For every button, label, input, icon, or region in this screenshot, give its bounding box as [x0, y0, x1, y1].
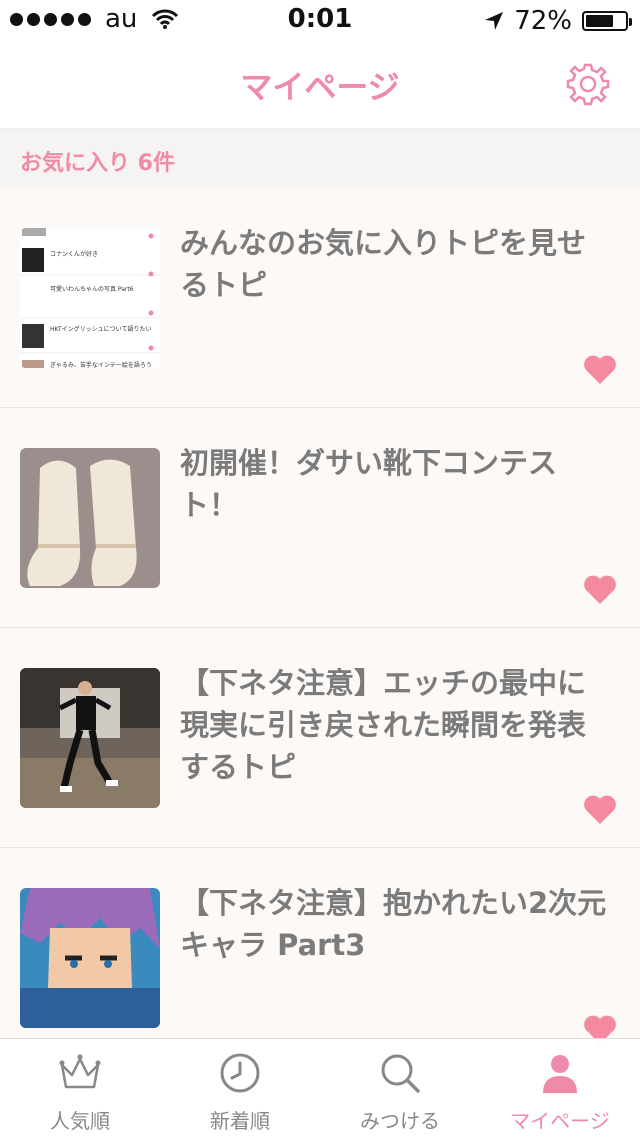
topic-thumbnail: コナンくんが好き 可愛いわんちゃんの写真 Part6 HKTイングリッシュについ… — [20, 228, 160, 368]
topic-thumbnail — [20, 668, 160, 808]
tab-search[interactable]: みつける — [320, 1039, 480, 1137]
thumb-line-2: 可愛いわんちゃんの写真 Part6 — [50, 286, 134, 293]
topic-thumbnail — [20, 448, 160, 588]
heart-icon[interactable] — [582, 353, 618, 385]
person-icon — [543, 1055, 577, 1093]
tab-new-label: 新着順 — [210, 1109, 270, 1133]
location-arrow-icon — [485, 12, 504, 30]
search-icon — [381, 1054, 420, 1093]
list-item[interactable]: 初開催！ダサい靴下コンテスト！ — [0, 408, 640, 628]
topic-title: 【下ネタ注意】抱かれたい2次元キャラ Part3 — [180, 886, 607, 962]
tab-popular[interactable]: 人気順 — [0, 1039, 160, 1137]
favorites-count-label: お気に入り 6件 — [20, 151, 175, 176]
thumb-line-3: HKTイングリッシュについて語りたい — [50, 326, 152, 333]
list-item[interactable]: コナンくんが好き 可愛いわんちゃんの写真 Part6 HKTイングリッシュについ… — [0, 188, 640, 408]
thumb-line-4: ぎゃるみ、苦手なインテー絵を語ろう — [50, 362, 152, 368]
tab-new[interactable]: 新着順 — [160, 1039, 320, 1137]
tab-popular-label: 人気順 — [50, 1109, 110, 1133]
dancer-photo — [20, 668, 160, 808]
nav-bar: マイページ — [0, 40, 640, 129]
list-item[interactable]: 【下ネタ注意】抱かれたい2次元キャラ Part3 — [0, 848, 640, 1068]
topic-title: 初開催！ダサい靴下コンテスト！ — [180, 446, 558, 522]
tab-search-label: みつける — [360, 1109, 440, 1133]
thumb-line-1: コナンくんが好き — [50, 251, 99, 258]
clock-icon — [220, 1053, 260, 1093]
crown-icon — [59, 1054, 101, 1089]
topic-title: みんなのお気に入りトピを見せるトピ — [180, 226, 587, 302]
battery-icon — [582, 11, 632, 31]
favorites-header: お気に入り 6件 — [0, 129, 640, 187]
list-item[interactable]: 【下ネタ注意】エッチの最中に現実に引き戻された瞬間を発表するトピ — [0, 628, 640, 848]
battery-fill — [586, 15, 614, 27]
status-bar: au 0:01 72% — [0, 0, 640, 40]
topic-title: 【下ネタ注意】エッチの最中に現実に引き戻された瞬間を発表するトピ — [180, 666, 587, 784]
heart-icon[interactable] — [582, 793, 618, 825]
page-title: マイページ — [240, 68, 400, 106]
status-right: 72% — [484, 6, 632, 36]
tab-mypage[interactable]: マイページ — [480, 1039, 640, 1137]
tab-mypage-label: マイページ — [510, 1109, 610, 1133]
heart-icon[interactable] — [582, 573, 618, 605]
topic-thumbnail — [20, 888, 160, 1028]
battery-percent: 72% — [514, 6, 572, 36]
favorites-list: コナンくんが好き 可愛いわんちゃんの写真 Part6 HKTイングリッシュについ… — [0, 188, 640, 1068]
socks-photo — [20, 448, 160, 588]
tab-bar: 人気順 新着順 みつける マイページ — [0, 1038, 640, 1137]
anime-character-image — [20, 888, 160, 1028]
gear-icon[interactable] — [566, 62, 610, 106]
